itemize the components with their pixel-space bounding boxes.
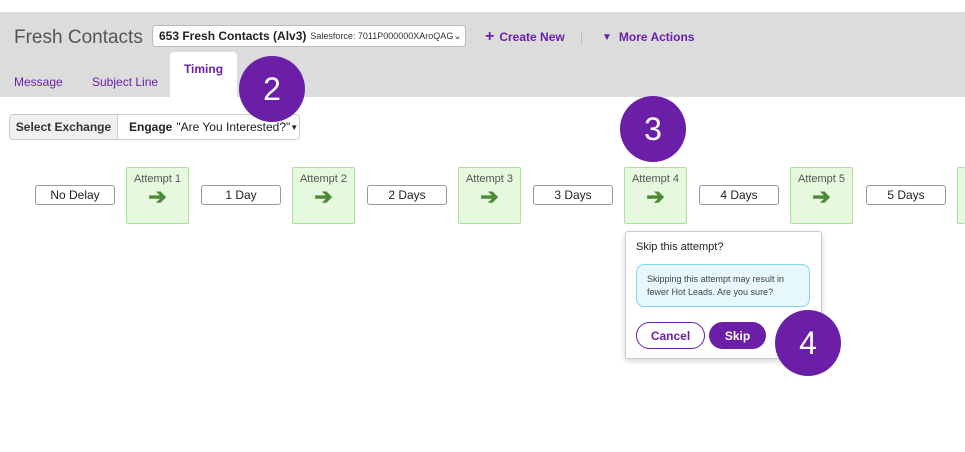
step-badge-3: 3 <box>620 96 686 162</box>
attempt-1[interactable]: Attempt 1 ➔ <box>126 167 189 224</box>
plus-icon: + <box>485 28 495 45</box>
arrow-right-icon: ➔ <box>148 184 167 209</box>
engage-value: "Are You Interested?" <box>176 120 291 134</box>
engage-label: Engage <box>129 120 173 134</box>
tab-subject-line[interactable]: Subject Line <box>92 75 158 89</box>
popover-title: Skip this attempt? <box>636 241 724 253</box>
cancel-button[interactable]: Cancel <box>636 322 705 349</box>
delay-2-days[interactable]: 2 Days <box>367 185 447 205</box>
delay-1-day[interactable]: 1 Day <box>201 185 281 205</box>
arrow-right-icon: ➔ <box>480 184 499 209</box>
caret-down-icon: ▼ <box>602 31 612 43</box>
arrow-right-icon: ➔ <box>812 184 831 209</box>
more-actions-label: More Actions <box>618 30 695 44</box>
record-select[interactable]: 653 Fresh Contacts (Alv3) Salesforce: 70… <box>152 25 466 47</box>
tab-message[interactable]: Message <box>14 75 63 89</box>
app-title: Fresh Contacts <box>14 27 143 48</box>
attempt-2[interactable]: Attempt 2 ➔ <box>292 167 355 224</box>
step-badge-2: 2 <box>239 56 305 122</box>
attempt-4[interactable]: Attempt 4 ➔ <box>624 167 687 224</box>
record-name: 653 Fresh Contacts (Alv3) <box>159 29 307 43</box>
delay-3-days[interactable]: 3 Days <box>533 185 613 205</box>
attempt-5[interactable]: Attempt 5 ➔ <box>790 167 853 224</box>
skip-warning-message: Skipping this attempt may result in fewe… <box>636 264 810 307</box>
delay-5-days[interactable]: 5 Days <box>866 185 946 205</box>
tab-timing[interactable]: Timing <box>170 52 237 98</box>
top-bar: Fresh Contacts 653 Fresh Contacts (Alv3)… <box>0 12 965 97</box>
divider <box>581 32 582 44</box>
arrow-right-icon: ➔ <box>646 184 665 209</box>
create-new-button[interactable]: + Create New <box>485 28 565 45</box>
record-source-id: Salesforce: 7011P000000XAroQAG <box>310 31 454 41</box>
delay-4-days[interactable]: 4 Days <box>699 185 779 205</box>
step-badge-4: 4 <box>775 310 841 376</box>
attempt-3[interactable]: Attempt 3 ➔ <box>458 167 521 224</box>
more-actions-button[interactable]: ▼ More Actions <box>602 30 694 44</box>
caret-down-icon: ▼ <box>290 122 299 132</box>
chevron-down-icon: ⌄ <box>453 30 462 42</box>
delay-no-delay[interactable]: No Delay <box>35 185 115 205</box>
attempt-next-partial[interactable] <box>957 167 965 224</box>
create-new-label: Create New <box>499 30 565 44</box>
arrow-right-icon: ➔ <box>314 184 333 209</box>
select-exchange-label: Select Exchange <box>9 114 117 140</box>
skip-button[interactable]: Skip <box>709 322 766 349</box>
